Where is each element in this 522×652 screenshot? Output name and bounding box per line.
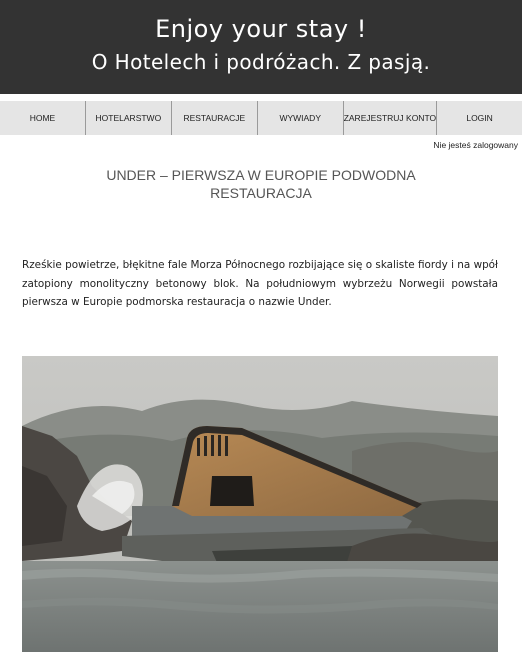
login-status: Nie jesteś zalogowany	[433, 140, 518, 150]
restaurant-photo	[22, 356, 498, 652]
site-title: Enjoy your stay !	[155, 15, 367, 43]
nav-home[interactable]: HOME	[0, 101, 86, 135]
post-body: Rześkie powietrze, błękitne fale Morza P…	[22, 259, 498, 308]
nav-register[interactable]: ZAREJESTRUJ KONTO	[344, 101, 438, 135]
site-header: Enjoy your stay ! O Hotelech i podróżach…	[0, 0, 522, 94]
nav-login[interactable]: LOGIN	[437, 101, 522, 135]
nav-wywiady[interactable]: WYWIADY	[258, 101, 344, 135]
post-title: UNDER – PIERWSZA W EUROPIE PODWODNA REST…	[106, 167, 416, 201]
main-nav: HOME HOTELARSTWO RESTAURACJE WYWIADY ZAR…	[0, 101, 522, 135]
site-subtitle: O Hotelech i podróżach. Z pasją.	[91, 50, 431, 74]
nav-hotelarstwo[interactable]: HOTELARSTWO	[86, 101, 172, 135]
nav-restauracje[interactable]: RESTAURACJE	[172, 101, 258, 135]
